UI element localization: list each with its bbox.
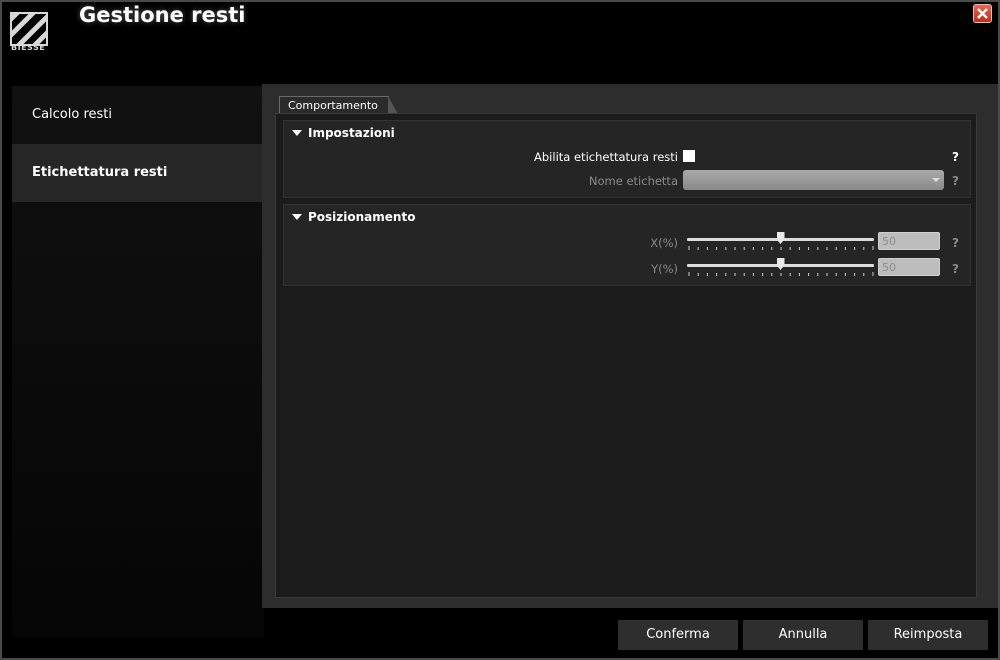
help-icon[interactable]: ? <box>952 150 959 164</box>
help-icon[interactable]: ? <box>952 236 959 250</box>
group-posizionamento: Posizionamento X(%) 50 ? Y(%) 50 ? <box>283 204 971 286</box>
posizionamento-header[interactable]: Posizionamento <box>292 210 415 224</box>
y-slider[interactable] <box>687 258 877 278</box>
x-slider-thumb[interactable] <box>776 232 785 244</box>
x-label: X(%) <box>650 236 678 250</box>
y-slider-thumb[interactable] <box>776 258 785 270</box>
confirm-button[interactable]: Conferma <box>618 620 738 650</box>
reset-button[interactable]: Reimposta <box>868 620 988 650</box>
impostazioni-header-label: Impostazioni <box>308 126 395 140</box>
collapse-triangle-icon <box>292 214 302 220</box>
close-button[interactable] <box>973 4 992 23</box>
name-label: Nome etichetta <box>588 174 678 188</box>
group-impostazioni: Impostazioni Abilita etichettatura resti… <box>283 120 971 198</box>
y-value-input[interactable]: 50 <box>878 258 940 276</box>
sidebar: Calcolo resti Etichettatura resti <box>12 86 264 638</box>
name-dropdown[interactable] <box>683 170 944 190</box>
help-icon[interactable]: ? <box>952 174 959 188</box>
enable-checkbox[interactable] <box>683 150 695 162</box>
x-value-input[interactable]: 50 <box>878 232 940 250</box>
tab-comportamento[interactable]: Comportamento <box>279 96 398 114</box>
y-label: Y(%) <box>651 262 678 276</box>
close-icon <box>977 8 988 19</box>
sidebar-item-calcolo-resti[interactable]: Calcolo resti <box>12 86 264 144</box>
tab-panel: Impostazioni Abilita etichettatura resti… <box>275 113 977 598</box>
logo-text: BIESSE <box>11 43 46 52</box>
impostazioni-header[interactable]: Impostazioni <box>292 126 395 140</box>
sidebar-item-etichettatura-resti[interactable]: Etichettatura resti <box>12 144 264 202</box>
window-title: Gestione resti <box>79 3 246 27</box>
collapse-triangle-icon <box>292 130 302 136</box>
content-panel: Comportamento Impostazioni Abilita etich… <box>262 84 998 608</box>
posizionamento-header-label: Posizionamento <box>308 210 416 224</box>
x-slider[interactable] <box>687 232 877 252</box>
y-slider-ticks <box>688 272 874 276</box>
chevron-down-icon <box>932 178 940 182</box>
x-slider-ticks <box>688 246 874 250</box>
enable-label: Abilita etichettatura resti <box>534 150 678 164</box>
help-icon[interactable]: ? <box>952 262 959 276</box>
main-window: BIESSE Gestione resti Calcolo resti Etic… <box>0 0 1000 660</box>
cancel-button[interactable]: Annulla <box>743 620 863 650</box>
